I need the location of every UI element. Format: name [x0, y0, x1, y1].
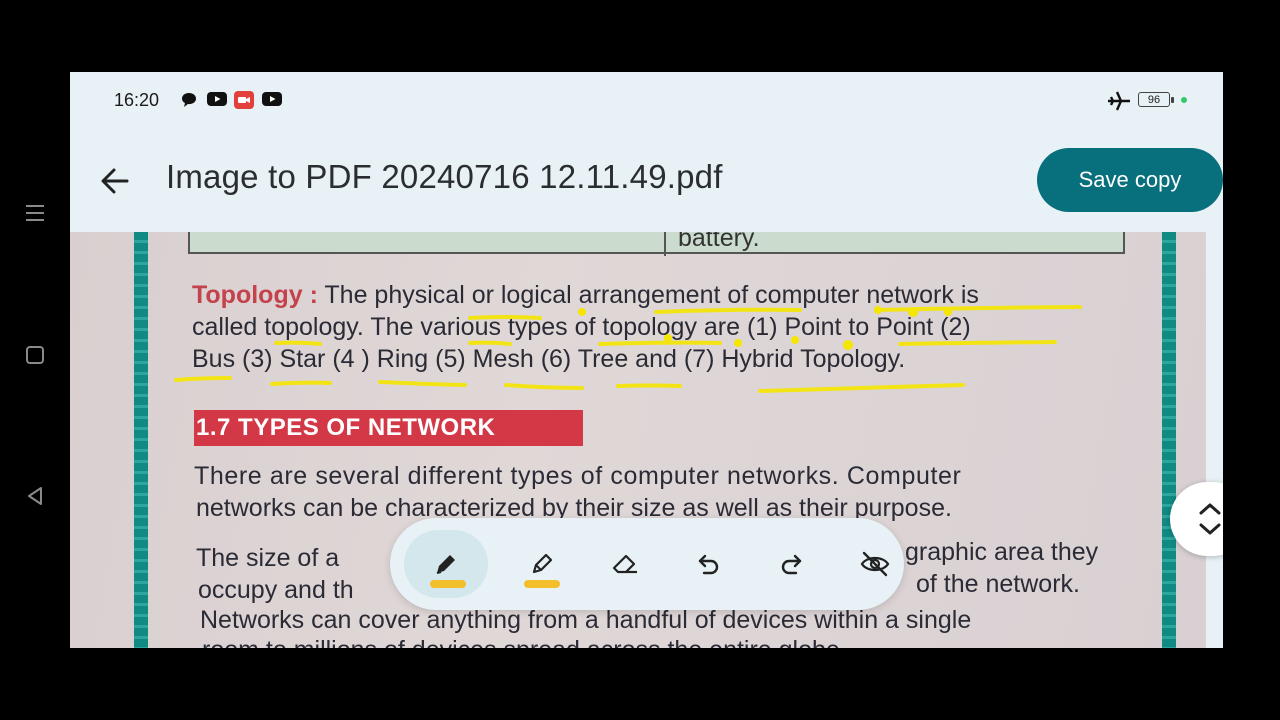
- undo-button[interactable]: [674, 518, 744, 610]
- save-copy-button[interactable]: Save copy: [1037, 148, 1223, 212]
- pen-color-swatch: [430, 580, 466, 588]
- highlighter-icon: [532, 553, 553, 574]
- redo-button[interactable]: [756, 518, 826, 610]
- screen-record-icon: [234, 91, 254, 109]
- paragraph-2-line-2-left: occupy and th: [198, 576, 354, 604]
- eraser-icon: [612, 554, 637, 574]
- hide-annotations-icon: [860, 551, 890, 577]
- paragraph-2-line-1-right: graphic area they: [905, 538, 1099, 566]
- eraser-tool-button[interactable]: [590, 518, 660, 610]
- paragraph-1-line-1: There are several different types of com…: [194, 462, 962, 490]
- home-icon[interactable]: [22, 342, 48, 368]
- status-time: 16:20: [114, 90, 160, 110]
- paragraph-2-line-1-left: The size of a: [196, 544, 340, 572]
- highlighter-color-swatch: [524, 580, 560, 588]
- system-navigation-bar: [0, 72, 70, 648]
- privacy-indicator-dot: [1181, 97, 1187, 103]
- highlighter-tool-button[interactable]: [500, 518, 584, 610]
- youtube-icon: [207, 91, 227, 107]
- app-bar: Image to PDF 20240716 12.11.49.pdf Save …: [70, 128, 1223, 232]
- pen-tool-button[interactable]: [402, 518, 490, 610]
- battery-icon: 96: [1138, 92, 1174, 107]
- pen-icon: [436, 555, 455, 574]
- back-nav-icon[interactable]: [22, 483, 48, 509]
- back-arrow-icon[interactable]: [98, 164, 132, 198]
- phone-screen: 16:20 96 Image to PDF 20240716 12.11.49.…: [70, 72, 1223, 648]
- document-title: Image to PDF 20240716 12.11.49.pdf: [166, 158, 723, 195]
- chevron-up-down-icon: [1199, 503, 1221, 535]
- chat-icon: [180, 91, 198, 109]
- hide-annotations-button[interactable]: [840, 518, 910, 610]
- youtube-icon: [262, 91, 282, 107]
- annotation-toolbar: [390, 518, 904, 610]
- status-bar: 16:20 96: [70, 72, 1223, 128]
- menu-icon[interactable]: [22, 200, 48, 226]
- redo-icon: [781, 554, 802, 575]
- paragraph-2-line-2-right: of the network.: [916, 570, 1080, 598]
- undo-icon: [698, 554, 719, 575]
- airplane-mode-icon: [1107, 91, 1131, 111]
- paragraph-2-line-4: room to millions of devices spread acros…: [202, 634, 847, 648]
- section-heading: 1.7 TYPES OF NETWORK: [194, 410, 583, 446]
